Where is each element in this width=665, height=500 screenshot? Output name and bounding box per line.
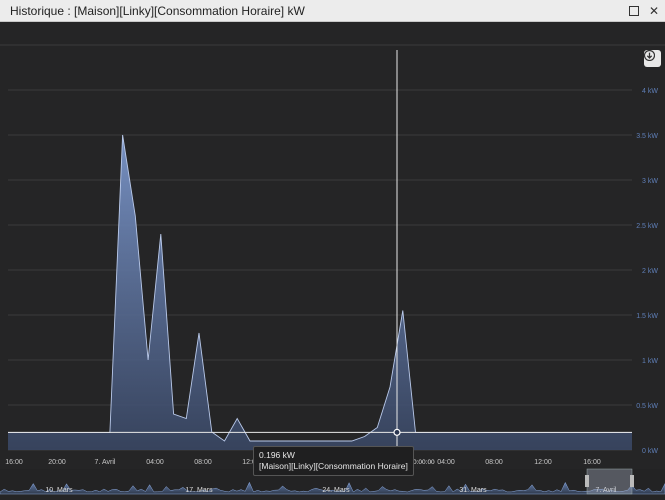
navigator-label: 17. Mars: [185, 487, 213, 494]
x-tick-label: 04:00: [146, 459, 164, 466]
tooltip-series: [Maison][Linky][Consommation Horaire]: [259, 461, 408, 471]
y-tick-label: 0.5 kW: [636, 403, 658, 410]
close-button[interactable]: ✕: [647, 4, 661, 18]
close-icon: ✕: [648, 4, 660, 18]
y-tick-label: 1.5 kW: [636, 313, 658, 320]
y-tick-label: 3.5 kW: [636, 133, 658, 140]
navigator-handle-left[interactable]: [585, 475, 589, 487]
y-tick-label: 0 kW: [642, 448, 658, 455]
series-area: [8, 134, 632, 450]
y-tick-label: 4 kW: [642, 88, 658, 95]
x-tick-label: 20:00: [48, 459, 66, 466]
y-tick-label: 2 kW: [642, 268, 658, 275]
navigator-label: 31. Mars: [459, 487, 487, 494]
x-tick-label: 04:00: [437, 459, 455, 466]
x-tick-label: 16:00: [5, 459, 23, 466]
crosshair: Mar 2025-04-08 00:00:00: [8, 50, 632, 467]
x-tick-label: 08:00: [194, 459, 212, 466]
x-tick-label: 08:00: [485, 459, 503, 466]
x-tick-label: 16:00: [583, 459, 601, 466]
chart-area[interactable]: 0 kW 0.5 kW 1 kW 1.5 kW 2 kW 2.5 kW 3 kW 3.5 kW…: [0, 22, 665, 500]
window-titlebar: Historique : [Maison][Linky][Consommatio…: [0, 0, 665, 22]
navigator-label: 24. Mars: [322, 487, 350, 494]
series-line: [8, 134, 632, 442]
tooltip-value: 0.196 kW: [259, 450, 295, 460]
maximize-button[interactable]: [627, 4, 641, 18]
window-title: Historique : [Maison][Linky][Consommatio…: [10, 3, 305, 18]
chart-tooltip: 0.196 kW [Maison][Linky][Consommation Ho…: [253, 446, 414, 476]
navigator-handle-right[interactable]: [630, 475, 634, 487]
y-tick-label: 1 kW: [642, 358, 658, 365]
series-area-fill: [8, 135, 632, 450]
grid-lines: [0, 44, 665, 451]
navigator-label: 10. Mars: [45, 487, 73, 494]
y-axis: 0 kW 0.5 kW 1 kW 1.5 kW 2 kW 2.5 kW 3 kW 3.5 kW…: [636, 88, 658, 455]
download-button[interactable]: [644, 50, 661, 67]
navigator-selection[interactable]: [586, 468, 633, 495]
x-tick-label: 12:00: [534, 459, 552, 466]
y-tick-label: 3 kW: [642, 178, 658, 185]
y-tick-label: 2.5 kW: [636, 223, 658, 230]
x-tick-label: 7. Avril: [95, 459, 116, 466]
maximize-icon: [629, 6, 639, 16]
crosshair-point: [393, 428, 401, 436]
download-icon: [644, 50, 655, 61]
history-chart[interactable]: 0 kW 0.5 kW 1 kW 1.5 kW 2 kW 2.5 kW 3 kW 3.5 kW…: [0, 22, 665, 500]
